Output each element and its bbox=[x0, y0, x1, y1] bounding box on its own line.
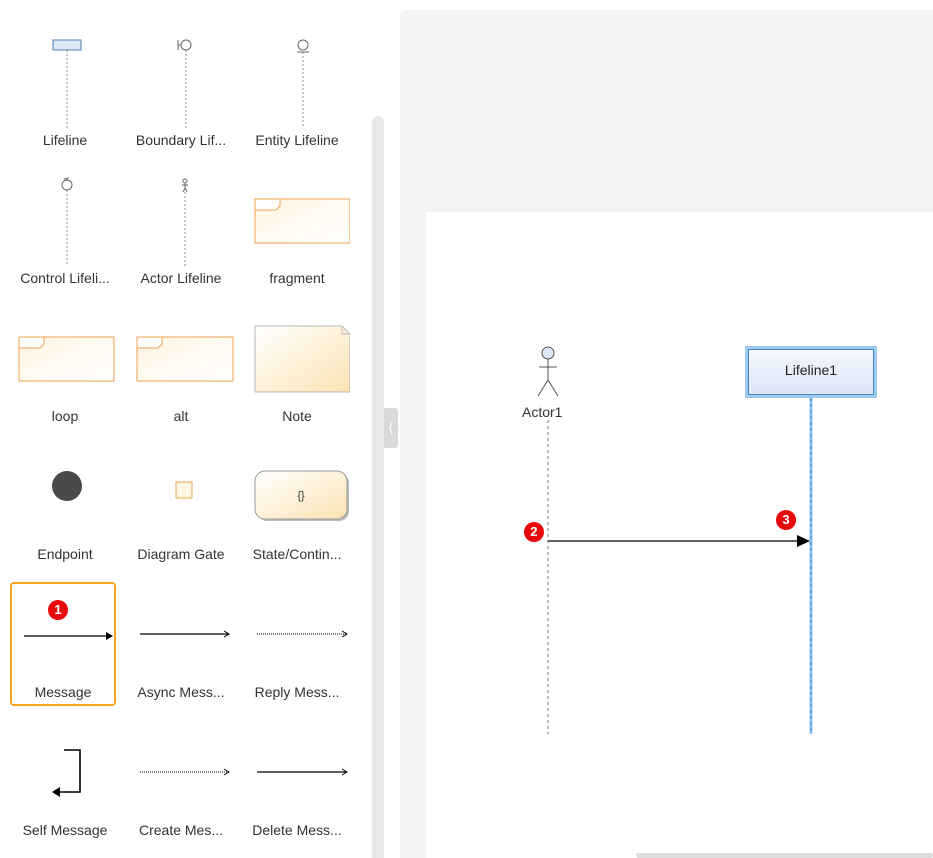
palette-item-label: Actor Lifeline bbox=[140, 270, 222, 286]
palette-item-message[interactable]: Message 1 bbox=[10, 582, 116, 706]
palette-item-control-lifeline[interactable]: Control Lifeli... bbox=[12, 166, 118, 290]
canvas-horizontal-scrollbar[interactable] bbox=[636, 853, 933, 858]
actor-lifeline-line[interactable] bbox=[540, 420, 560, 740]
palette-item-alt[interactable]: alt bbox=[128, 304, 234, 428]
palette-item-diagram-gate[interactable]: Diagram Gate bbox=[128, 442, 234, 566]
palette-item-lifeline[interactable]: Lifeline bbox=[12, 28, 118, 152]
entity-lifeline-icon bbox=[297, 39, 309, 128]
shape-palette: Lifeline Boundary Lif... Entity Lifeline… bbox=[0, 0, 384, 858]
lifeline-line[interactable] bbox=[800, 398, 820, 738]
palette-item-entity-lifeline[interactable]: Entity Lifeline bbox=[244, 28, 350, 152]
palette-item-label: Reply Mess... bbox=[254, 684, 340, 700]
palette-item-state-continuation[interactable]: {} State/Contin... bbox=[244, 442, 350, 566]
palette-item-label: Self Message bbox=[22, 822, 108, 838]
palette-item-async-message[interactable]: Async Mess... bbox=[128, 580, 234, 704]
async-message-arrow-icon bbox=[140, 630, 230, 638]
state-symbol: {} bbox=[297, 490, 305, 502]
palette-item-label: Entity Lifeline bbox=[255, 132, 339, 148]
lifeline-icon bbox=[52, 39, 82, 128]
actor-lifeline-icon bbox=[182, 178, 188, 266]
reply-message-arrow-icon bbox=[257, 630, 348, 638]
palette-item-boundary-lifeline[interactable]: Boundary Lif... bbox=[128, 28, 234, 152]
palette-item-label: Boundary Lif... bbox=[135, 132, 227, 148]
lifeline-head[interactable]: Lifeline1 bbox=[745, 346, 877, 398]
state-continuation-icon: {} bbox=[254, 470, 349, 521]
palette-item-endpoint[interactable]: Endpoint bbox=[12, 442, 118, 566]
chevron-left-icon: ⟨ bbox=[388, 420, 394, 436]
loop-fragment-icon bbox=[18, 336, 115, 382]
palette-item-note[interactable]: Note bbox=[244, 304, 350, 428]
palette-item-label: Endpoint bbox=[37, 546, 93, 562]
palette-item-label: Async Mess... bbox=[137, 684, 225, 700]
step-badge-1: 1 bbox=[48, 600, 68, 620]
palette-item-actor-lifeline[interactable]: Actor Lifeline bbox=[128, 166, 234, 290]
create-message-arrow-icon bbox=[140, 768, 230, 776]
endpoint-icon bbox=[52, 471, 82, 501]
palette-item-label: Diagram Gate bbox=[137, 546, 225, 562]
lifeline-name-label: Lifeline1 bbox=[748, 349, 874, 395]
palette-item-label: Message bbox=[34, 684, 92, 700]
delete-message-arrow-icon bbox=[257, 768, 348, 776]
self-message-icon bbox=[52, 749, 81, 797]
palette-item-label: Delete Mess... bbox=[252, 822, 342, 838]
palette-item-label: alt bbox=[173, 408, 189, 424]
palette-item-label: Note bbox=[282, 408, 312, 424]
palette-item-delete-message[interactable]: Delete Mess... bbox=[244, 718, 350, 842]
palette-item-label: fragment bbox=[269, 270, 325, 286]
palette-scrollbar[interactable] bbox=[372, 116, 384, 858]
fragment-icon bbox=[254, 198, 350, 244]
palette-item-create-message[interactable]: Create Mes... bbox=[128, 718, 234, 842]
palette-item-label: Lifeline bbox=[42, 132, 88, 148]
palette-item-label: loop bbox=[51, 408, 79, 424]
palette-item-reply-message[interactable]: Reply Mess... bbox=[244, 580, 350, 704]
palette-item-self-message[interactable]: Self Message bbox=[12, 718, 118, 842]
step-badge-3: 3 bbox=[776, 510, 796, 530]
diagram-gate-icon bbox=[175, 481, 193, 499]
collapse-panel-button[interactable]: ⟨ bbox=[384, 408, 398, 448]
palette-item-loop[interactable]: loop bbox=[12, 304, 118, 428]
palette-item-fragment[interactable]: fragment bbox=[244, 166, 350, 290]
step-badge-2: 2 bbox=[524, 522, 544, 542]
palette-item-label: State/Contin... bbox=[252, 546, 342, 562]
palette-item-label: Create Mes... bbox=[138, 822, 224, 838]
message-arrow-icon bbox=[24, 632, 113, 640]
note-icon bbox=[254, 325, 350, 393]
message-connector[interactable] bbox=[540, 530, 820, 554]
control-lifeline-icon bbox=[61, 177, 73, 266]
boundary-lifeline-icon bbox=[177, 39, 192, 128]
alt-fragment-icon bbox=[136, 336, 234, 382]
actor-name-label: Actor1 bbox=[522, 404, 563, 420]
palette-item-label: Control Lifeli... bbox=[20, 270, 110, 286]
